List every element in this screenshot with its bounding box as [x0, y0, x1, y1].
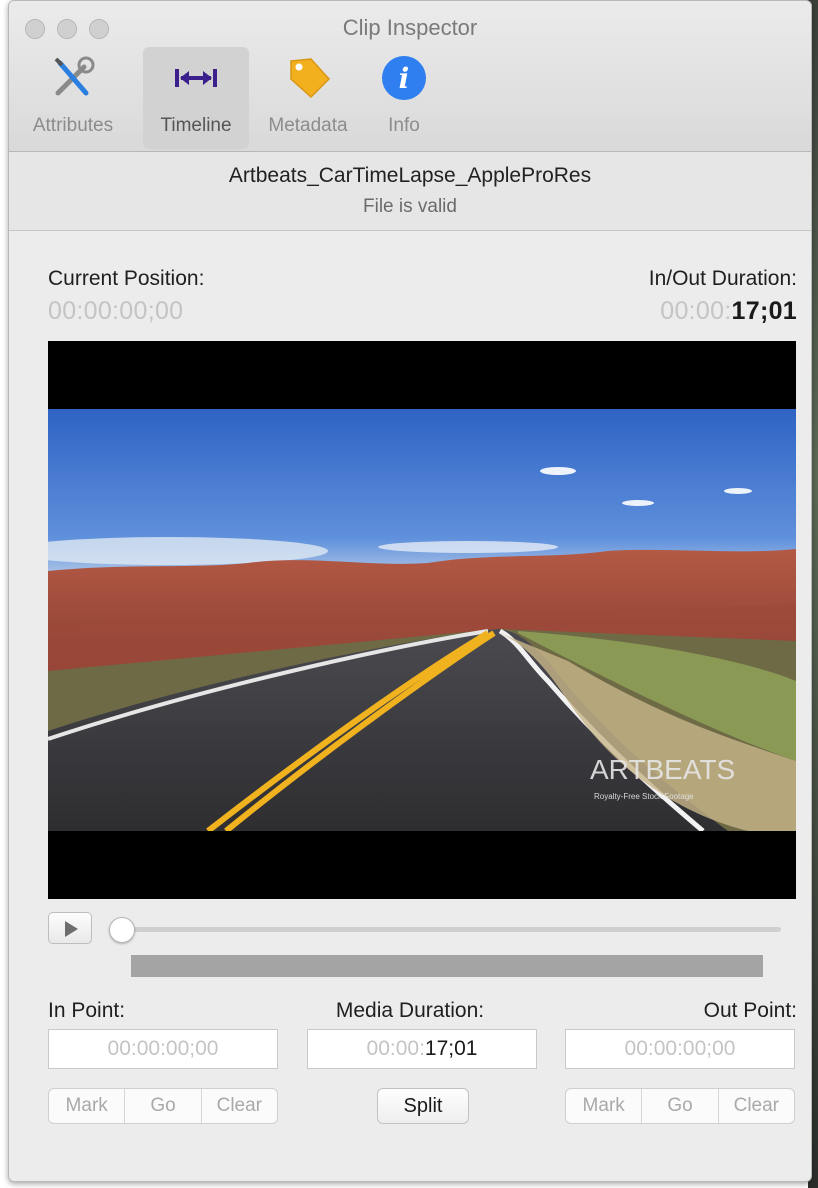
window-title: Clip Inspector [342, 15, 478, 40]
video-watermark: ARTBEATS [590, 754, 735, 785]
clip-status: File is valid [363, 196, 457, 217]
inout-duration-label: In/Out Duration: [648, 267, 797, 290]
tag-icon [290, 58, 331, 99]
clip-name: Artbeats_CarTimeLapse_AppleProRes [228, 164, 592, 187]
out-go-button[interactable]: Go [642, 1089, 719, 1123]
media-duration-label: Media Duration: [335, 999, 485, 1022]
out-point-buttons: Mark Go Clear [565, 1088, 795, 1124]
tab-info[interactable]: i Info [369, 47, 439, 149]
out-mark-button[interactable]: Mark [566, 1089, 643, 1123]
tab-attributes-label: Attributes [32, 115, 114, 136]
in-go-button[interactable]: Go [125, 1089, 202, 1123]
in-clear-button[interactable]: Clear [202, 1089, 277, 1123]
inout-duration-dim: 00:00: [660, 297, 732, 325]
out-clear-button[interactable]: Clear [719, 1089, 794, 1123]
video-preview[interactable]: ARTBEATS Royalty-Free Stock Footage [48, 341, 796, 899]
media-duration-dim: 00:00: [366, 1037, 425, 1060]
out-point-field[interactable]: 00:00:00;00 [565, 1029, 795, 1069]
play-button[interactable] [48, 912, 92, 944]
tab-timeline-label: Timeline [160, 115, 232, 136]
double-arrow-icon [175, 69, 217, 87]
play-icon [65, 921, 78, 937]
svg-text:i: i [399, 62, 410, 95]
out-point-label: Out Point: [703, 999, 797, 1022]
inout-duration-strong: 17;01 [731, 297, 797, 325]
clip-inspector-window: Clip Inspector Attributes Timeline Metad… [8, 0, 812, 1182]
current-position-label: Current Position: [48, 267, 205, 290]
video-frame: ARTBEATS Royalty-Free Stock Footage [48, 341, 796, 899]
title-toolbar: Clip Inspector Attributes Timeline Metad… [9, 1, 811, 152]
in-mark-button[interactable]: Mark [49, 1089, 126, 1123]
inout-duration-value: 00:00:17;01 [660, 297, 797, 326]
in-point-buttons: Mark Go Clear [48, 1088, 278, 1124]
tab-timeline[interactable]: Timeline [143, 47, 249, 149]
scrub-slider-track[interactable] [119, 927, 781, 932]
current-position-value: 00:00:00;00 [48, 297, 184, 325]
clip-header: Artbeats_CarTimeLapse_AppleProRes File i… [9, 152, 811, 231]
wrench-screwdriver-icon [54, 56, 95, 96]
split-button[interactable]: Split [377, 1088, 469, 1124]
tab-metadata-label: Metadata [268, 115, 348, 136]
media-duration-field: 00:00:17;01 [307, 1029, 537, 1069]
in-point-field[interactable]: 00:00:00;00 [48, 1029, 278, 1069]
in-out-range-bar[interactable] [131, 955, 763, 977]
tab-info-label: Info [388, 115, 420, 136]
media-duration-strong: 17;01 [424, 1037, 478, 1060]
tab-metadata[interactable]: Metadata [255, 47, 361, 149]
video-watermark-sub: Royalty-Free Stock Footage [594, 792, 694, 801]
tab-attributes[interactable]: Attributes [11, 47, 135, 149]
info-icon: i [382, 56, 426, 100]
scrub-slider-knob[interactable] [109, 917, 135, 943]
